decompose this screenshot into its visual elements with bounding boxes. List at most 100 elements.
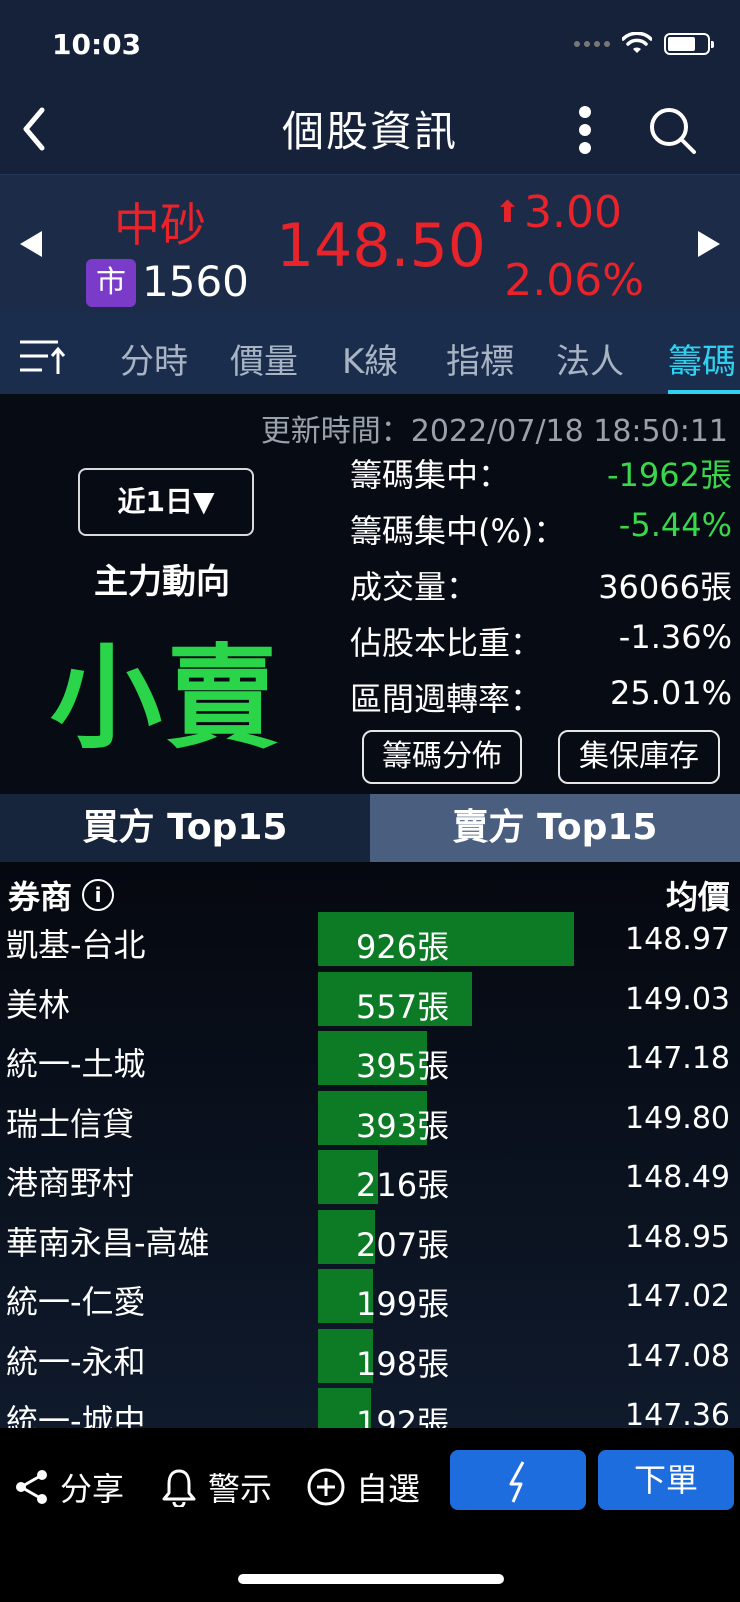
volume-value: 395張 xyxy=(356,1047,450,1085)
stat-label: 佔股本比重： xyxy=(350,624,543,662)
stat-label: 籌碼集中(%)： xyxy=(350,512,566,550)
tab-price-volume[interactable]: 價量 xyxy=(230,334,298,383)
broker-list: 券商 i 均價 凱基-台北 926張 148.97 美林 557張 149.03 統一-土城… xyxy=(0,862,740,1428)
stat-value: -5.44% xyxy=(618,506,732,544)
custody-inventory-button[interactable]: 集保庫存 xyxy=(558,730,720,784)
table-row[interactable]: 凱基-台北 926張 148.97 xyxy=(0,912,740,970)
avg-price: 149.03 xyxy=(625,981,730,1017)
share-icon xyxy=(16,1470,47,1504)
avg-price: 147.02 xyxy=(625,1279,730,1314)
bell-icon xyxy=(162,1469,196,1507)
tab-indicators[interactable]: 指標 xyxy=(446,334,514,383)
broker-name: 華南永昌-高雄 xyxy=(6,1223,210,1262)
arrow-up-icon: ⬆ xyxy=(494,195,521,230)
stat-value: -1962張 xyxy=(607,456,732,494)
volume-value: 926張 xyxy=(356,928,450,966)
stock-code: 1560 xyxy=(142,257,249,306)
wifi-icon xyxy=(622,32,652,53)
stat-value: -1.36% xyxy=(618,618,732,656)
broker-name: 瑞士信貸 xyxy=(6,1104,135,1143)
broker-name: 統一-仁愛 xyxy=(6,1283,146,1321)
table-row[interactable]: 瑞士信貸 393張 149.80 xyxy=(0,1090,740,1149)
share-label: 分享 xyxy=(60,1470,125,1508)
top15-toggle: 買方 Top15 賣方 Top15 xyxy=(0,794,740,862)
market-badge: 市 xyxy=(86,259,136,307)
volume-value: 198張 xyxy=(356,1344,450,1383)
order-button[interactable]: 下單 xyxy=(598,1450,734,1510)
avg-price: 148.97 xyxy=(625,922,730,957)
stock-price: 148.50 xyxy=(276,211,486,281)
watchlist-label: 自選 xyxy=(356,1470,421,1508)
tab-institutional[interactable]: 法人 xyxy=(556,334,624,383)
buyer-top15-tab[interactable]: 買方 Top15 xyxy=(0,794,370,862)
volume-value: 393張 xyxy=(356,1106,450,1145)
broker-name: 美林 xyxy=(6,985,71,1024)
avg-price: 149.80 xyxy=(625,1100,730,1136)
broker-name: 凱基-台北 xyxy=(6,926,146,964)
price-change-value: 3.00 xyxy=(524,187,622,238)
broker-name: 統一-永和 xyxy=(6,1342,146,1381)
table-row[interactable]: 統一-城中 192張 147.36 xyxy=(0,1388,740,1428)
tab-kline[interactable]: K線 xyxy=(342,334,398,383)
sort-menu-icon[interactable] xyxy=(18,336,66,376)
search-icon[interactable] xyxy=(648,106,698,156)
stat-value: 25.01% xyxy=(609,674,732,712)
table-row[interactable]: 華南永昌-高雄 207張 148.95 xyxy=(0,1209,740,1268)
volume-value: 207張 xyxy=(356,1225,450,1264)
stat-value: 36066張 xyxy=(598,568,732,606)
table-row[interactable]: 港商野村 216張 148.49 xyxy=(0,1150,740,1208)
volume-value: 192張 xyxy=(356,1404,450,1428)
lightning-icon xyxy=(509,1461,525,1503)
bottom-toolbar: 分享 警示 自選 下單 xyxy=(0,1428,740,1602)
broker-name: 港商野村 xyxy=(6,1164,135,1202)
main-force-label: 主力動向 xyxy=(94,562,230,602)
price-change: ⬆ 3.00 xyxy=(495,187,622,238)
app-header: 10:03 個股資訊 xyxy=(0,0,740,174)
table-row[interactable]: 統一-土城 395張 147.18 xyxy=(0,1031,740,1089)
tab-bar: 分時 價量 K線 指標 法人 籌碼 xyxy=(0,312,740,394)
stat-label: 區間週轉率： xyxy=(350,680,543,718)
tab-intraday[interactable]: 分時 xyxy=(120,334,188,383)
page-title: 個股資訊 xyxy=(281,107,458,156)
table-row[interactable]: 統一-仁愛 199張 147.02 xyxy=(0,1269,740,1327)
alert-label: 警示 xyxy=(208,1470,273,1508)
avg-price: 147.36 xyxy=(625,1398,730,1428)
table-row[interactable]: 美林 557張 149.03 xyxy=(0,971,740,1030)
volume-value: 557張 xyxy=(356,987,450,1026)
avg-price: 148.95 xyxy=(625,1219,730,1255)
chips-summary: 更新時間：2022/07/18 18:50:11 近1日▼ 主力動向 小賣 籌碼… xyxy=(0,394,740,794)
quick-trade-button[interactable] xyxy=(450,1450,586,1510)
watchlist-button[interactable]: 自選 xyxy=(306,1464,420,1510)
tab-chips[interactable]: 籌碼 xyxy=(668,334,736,383)
broker-name: 統一-土城 xyxy=(6,1045,146,1083)
stat-label: 成交量： xyxy=(350,568,479,606)
signal-icon xyxy=(574,41,610,47)
stock-name: 中砂 xyxy=(114,198,206,252)
next-stock-icon[interactable] xyxy=(698,231,720,257)
main-force-value: 小賣 xyxy=(50,634,282,764)
stat-label: 籌碼集中： xyxy=(350,456,511,494)
add-circle-icon xyxy=(307,1468,345,1506)
avg-price: 147.08 xyxy=(625,1338,730,1374)
alert-button[interactable]: 警示 xyxy=(160,1464,272,1510)
share-button[interactable]: 分享 xyxy=(14,1464,124,1510)
home-indicator xyxy=(238,1574,504,1584)
volume-value: 216張 xyxy=(356,1166,450,1204)
battery-icon xyxy=(664,33,714,55)
broker-name: 統一-城中 xyxy=(6,1402,146,1428)
update-time: 更新時間：2022/07/18 18:50:11 xyxy=(260,414,728,449)
avg-price: 148.49 xyxy=(625,1160,730,1195)
status-time: 10:03 xyxy=(52,28,142,61)
price-change-pct: 2.06% xyxy=(504,255,644,306)
more-vertical-icon[interactable] xyxy=(570,104,600,156)
status-indicators xyxy=(574,32,714,56)
quote-strip: 中砂 市 1560 148.50 ⬆ 3.00 2.06% xyxy=(0,174,740,312)
chip-distribution-button[interactable]: 籌碼分佈 xyxy=(362,730,522,784)
table-row[interactable]: 統一-永和 198張 147.08 xyxy=(0,1328,740,1387)
avg-price: 147.18 xyxy=(625,1041,730,1076)
period-dropdown[interactable]: 近1日▼ xyxy=(78,468,254,536)
volume-value: 199張 xyxy=(356,1285,450,1323)
prev-stock-icon[interactable] xyxy=(20,231,42,257)
seller-top15-tab[interactable]: 賣方 Top15 xyxy=(370,794,740,862)
info-icon[interactable]: i xyxy=(82,879,115,911)
